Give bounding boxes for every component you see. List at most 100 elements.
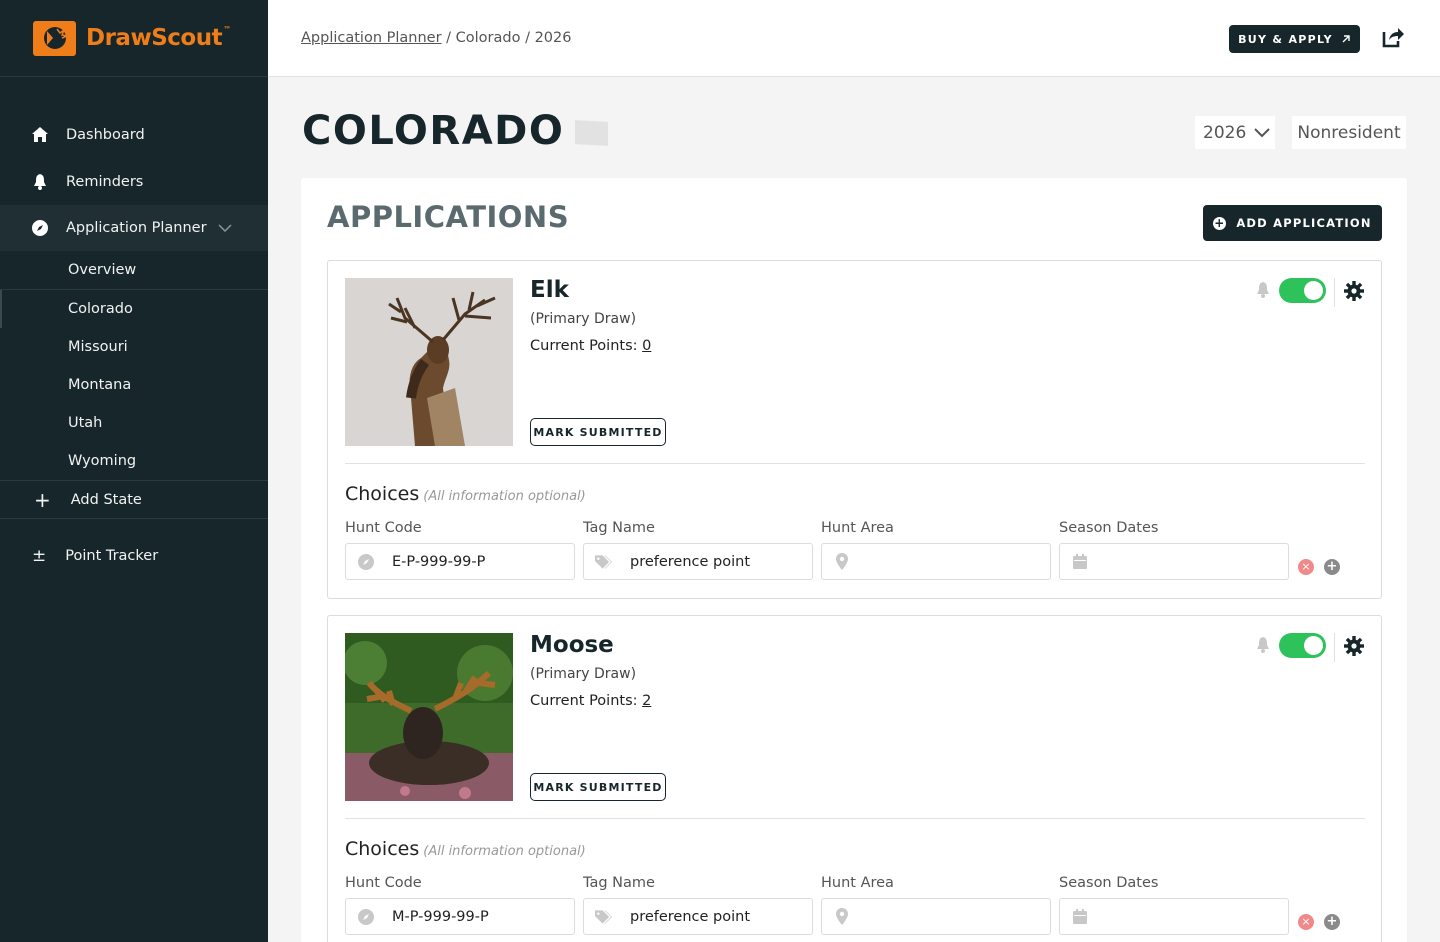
logo-icon	[33, 20, 76, 56]
plus-icon: +	[34, 487, 51, 512]
sidebar-item-label: Reminders	[66, 173, 144, 190]
remove-choice-icon[interactable]: ×	[1298, 914, 1314, 930]
gear-icon[interactable]	[1344, 636, 1364, 660]
calendar-icon	[1071, 553, 1088, 570]
year-value: 2026	[1203, 122, 1247, 143]
buy-apply-button[interactable]: BUY & APPLY	[1229, 25, 1360, 53]
tag-name-label: Tag Name	[583, 520, 655, 536]
current-points: Current Points: 0	[530, 338, 652, 354]
tag-name-value: preference point	[630, 553, 751, 570]
hunt-area-label: Hunt Area	[821, 520, 894, 536]
tag-icon	[595, 908, 612, 925]
add-choice-icon[interactable]: +	[1324, 914, 1340, 930]
season-dates-field[interactable]	[1059, 898, 1289, 935]
hunt-code-field[interactable]: E-P-999-99-P	[345, 543, 575, 580]
applications-panel: APPLICATIONS + ADD APPLICATION Elk (Prim…	[301, 178, 1407, 942]
home-icon	[31, 126, 49, 144]
draw-type: (Primary Draw)	[530, 666, 637, 682]
tag-name-value: preference point	[630, 908, 751, 925]
buy-apply-label: BUY & APPLY	[1238, 32, 1333, 46]
divider	[345, 818, 1365, 819]
mark-submitted-button[interactable]: MARK SUBMITTED	[530, 418, 666, 446]
add-application-button[interactable]: + ADD APPLICATION	[1203, 205, 1382, 241]
sidebar-item-reminders[interactable]: Reminders	[0, 158, 268, 205]
elk-photo	[345, 278, 513, 446]
sidebar-subitem-colorado[interactable]: Colorado	[0, 290, 268, 328]
add-application-label: ADD APPLICATION	[1236, 216, 1372, 230]
sidebar-nav: Dashboard Reminders Application Planner …	[0, 111, 268, 581]
plus-minus-icon: ±	[32, 545, 47, 566]
residency-select[interactable]: Nonresident	[1292, 116, 1406, 149]
divider	[345, 463, 1365, 464]
brand-name: DrawScout™	[86, 25, 231, 51]
choices-note: (All information optional)	[423, 489, 586, 504]
application-card-moose: Moose (Primary Draw) Current Points: 2 M…	[327, 615, 1382, 942]
calendar-icon	[1071, 908, 1088, 925]
tag-name-field[interactable]: preference point	[583, 543, 813, 580]
sidebar-item-dashboard[interactable]: Dashboard	[0, 111, 268, 158]
sidebar-subitem-missouri[interactable]: Missouri	[0, 328, 268, 366]
external-link-icon	[1342, 35, 1350, 43]
hunt-code-value: M-P-999-99-P	[392, 908, 489, 925]
toggle-knob	[1304, 281, 1323, 300]
divider	[1334, 278, 1335, 307]
tag-name-label: Tag Name	[583, 875, 655, 891]
chevron-down-icon[interactable]	[218, 220, 232, 236]
season-dates-field[interactable]	[1059, 543, 1289, 580]
species-name: Moose	[530, 632, 614, 658]
mark-submitted-button[interactable]: MARK SUBMITTED	[530, 773, 666, 801]
gear-icon[interactable]	[1344, 281, 1364, 305]
hunt-area-label: Hunt Area	[821, 875, 894, 891]
tag-icon	[595, 553, 612, 570]
plus-circle-icon: +	[1213, 215, 1227, 230]
share-icon[interactable]	[1381, 26, 1407, 52]
hunt-area-field[interactable]	[821, 543, 1051, 580]
add-choice-icon[interactable]: +	[1324, 559, 1340, 575]
current-points: Current Points: 2	[530, 693, 652, 709]
season-dates-label: Season Dates	[1059, 875, 1159, 891]
map-pin-icon	[833, 908, 850, 925]
add-state-label: Add State	[70, 491, 142, 508]
breadcrumb-link-application-planner[interactable]: Application Planner	[301, 30, 442, 46]
remove-choice-icon[interactable]: ×	[1298, 559, 1314, 575]
page-title: COLORADO	[302, 108, 565, 154]
hunt-code-value: E-P-999-99-P	[392, 553, 486, 570]
sidebar-subitem-utah[interactable]: Utah	[0, 404, 268, 442]
section-title: APPLICATIONS	[327, 200, 570, 234]
sidebar-item-label: Dashboard	[66, 126, 145, 143]
sidebar-item-point-tracker[interactable]: ± Point Tracker	[0, 531, 268, 581]
hunt-area-field[interactable]	[821, 898, 1051, 935]
sidebar: DrawScout™ Dashboard Reminders Applicati…	[0, 0, 268, 942]
sidebar-subitem-overview[interactable]: Overview	[0, 251, 268, 290]
chevron-down-icon	[1254, 127, 1270, 137]
species-name: Elk	[530, 277, 569, 303]
sidebar-item-label: Point Tracker	[65, 548, 159, 564]
bell-icon	[31, 173, 49, 191]
tag-name-field[interactable]: preference point	[583, 898, 813, 935]
compass-icon	[357, 908, 374, 925]
sidebar-item-application-planner[interactable]: Application Planner	[0, 205, 268, 251]
choices-heading: Choices (All information optional)	[345, 483, 586, 505]
bell-icon	[1256, 282, 1270, 302]
draw-type: (Primary Draw)	[530, 311, 637, 327]
top-bar: Application Planner / Colorado / 2026 BU…	[268, 0, 1440, 77]
breadcrumb: Application Planner / Colorado / 2026	[301, 30, 571, 46]
toggle-knob	[1304, 636, 1323, 655]
points-link[interactable]: 2	[642, 693, 651, 709]
year-select[interactable]: 2026	[1195, 116, 1275, 149]
reminder-toggle[interactable]	[1279, 633, 1326, 658]
sidebar-subitem-montana[interactable]: Montana	[0, 366, 268, 404]
brand-logo[interactable]: DrawScout™	[0, 0, 268, 77]
moose-photo	[345, 633, 513, 801]
application-card-elk: Elk (Primary Draw) Current Points: 0 MAR…	[327, 260, 1382, 599]
add-state-button[interactable]: + Add State	[0, 480, 268, 519]
sidebar-subitem-wyoming[interactable]: Wyoming	[0, 442, 268, 480]
hunt-code-label: Hunt Code	[345, 875, 422, 891]
compass-icon	[31, 219, 49, 237]
reminder-toggle[interactable]	[1279, 278, 1326, 303]
hunt-code-label: Hunt Code	[345, 520, 422, 536]
state-flag-icon	[575, 120, 608, 146]
map-pin-icon	[833, 553, 850, 570]
hunt-code-field[interactable]: M-P-999-99-P	[345, 898, 575, 935]
points-link[interactable]: 0	[642, 338, 651, 354]
